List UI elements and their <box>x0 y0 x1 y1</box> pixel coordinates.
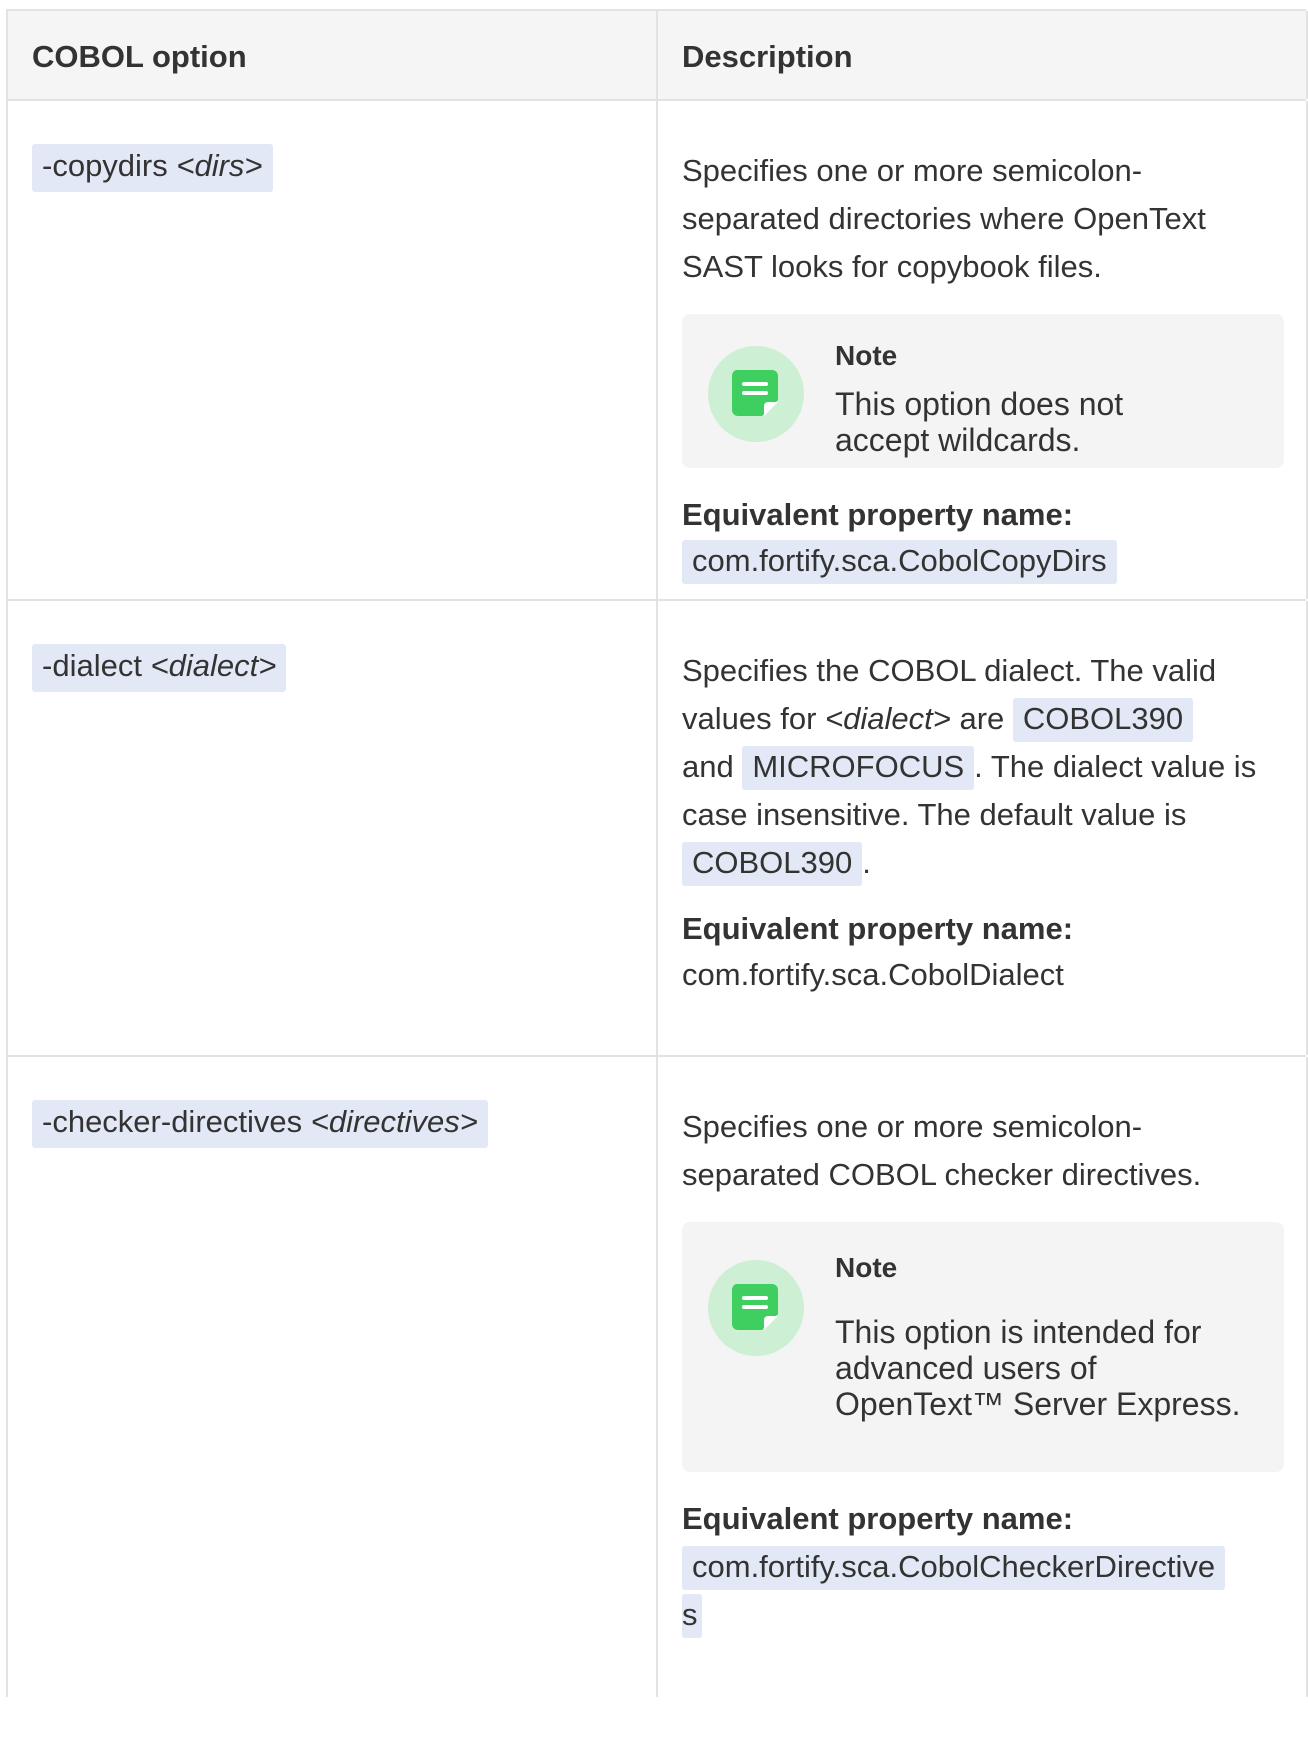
note-box: Note This option is intended for advance… <box>682 1222 1284 1472</box>
option-description: Specifies the COBOL dialect. The valid v… <box>682 647 1284 887</box>
note-title: Note <box>835 1252 898 1283</box>
note-icon <box>708 346 804 442</box>
property-value: com.fortify.sca.CobolCopyDirs <box>682 537 1284 585</box>
description-cell: Specifies the COBOL dialect. The valid v… <box>658 601 1308 1055</box>
note-icon <box>708 1260 804 1356</box>
option-code: -dialect <dialect> <box>32 644 287 692</box>
option-code: -copydirs <dirs> <box>32 144 273 192</box>
option-description: Specifies one or more semicolon-separate… <box>682 153 1206 284</box>
property-value: com.fortify.sca.CobolDialect <box>682 957 1064 992</box>
option-description: Specifies one or more semicolon-separate… <box>682 1109 1202 1192</box>
property-label: Equivalent property name: <box>682 497 1074 532</box>
option-cell: -checker-directives <directives> <box>8 1057 658 1697</box>
option-code: -checker-directives <directives> <box>32 1100 488 1148</box>
option-cell: -copydirs <dirs> <box>8 101 658 599</box>
note-box: Note This option does not accept wildcar… <box>682 314 1284 468</box>
property-value: com.fortify.sca.CobolCheckerDirective s <box>682 1543 1284 1639</box>
header-cobol-option: COBOL option <box>8 11 658 99</box>
dialect-value: COBOL390 <box>1012 698 1194 742</box>
option-cell: -dialect <dialect> <box>8 601 658 1055</box>
header-description: Description <box>658 11 1308 99</box>
note-text: This option is intended for advanced use… <box>835 1314 1241 1422</box>
description-cell: Specifies one or more semicolon-separate… <box>658 1057 1308 1697</box>
note-text: This option does not accept wildcards. <box>835 386 1124 458</box>
description-cell: Specifies one or more semicolon-separate… <box>658 101 1308 599</box>
default-dialect-value: COBOL390 <box>682 842 863 886</box>
table-row: -copydirs <dirs> Specifies one or more s… <box>8 101 1308 601</box>
property-label: Equivalent property name: <box>682 911 1074 946</box>
property-label: Equivalent property name: <box>682 1501 1074 1536</box>
table-row: -dialect <dialect> Specifies the COBOL d… <box>8 601 1308 1057</box>
table-row: -checker-directives <directives> Specifi… <box>8 1057 1308 1697</box>
dialect-value: MICROFOCUS <box>742 746 975 790</box>
note-title: Note <box>835 340 898 371</box>
cobol-options-table: COBOL option Description -copydirs <dirs… <box>6 9 1308 1697</box>
table-header-row: COBOL option Description <box>8 11 1308 101</box>
